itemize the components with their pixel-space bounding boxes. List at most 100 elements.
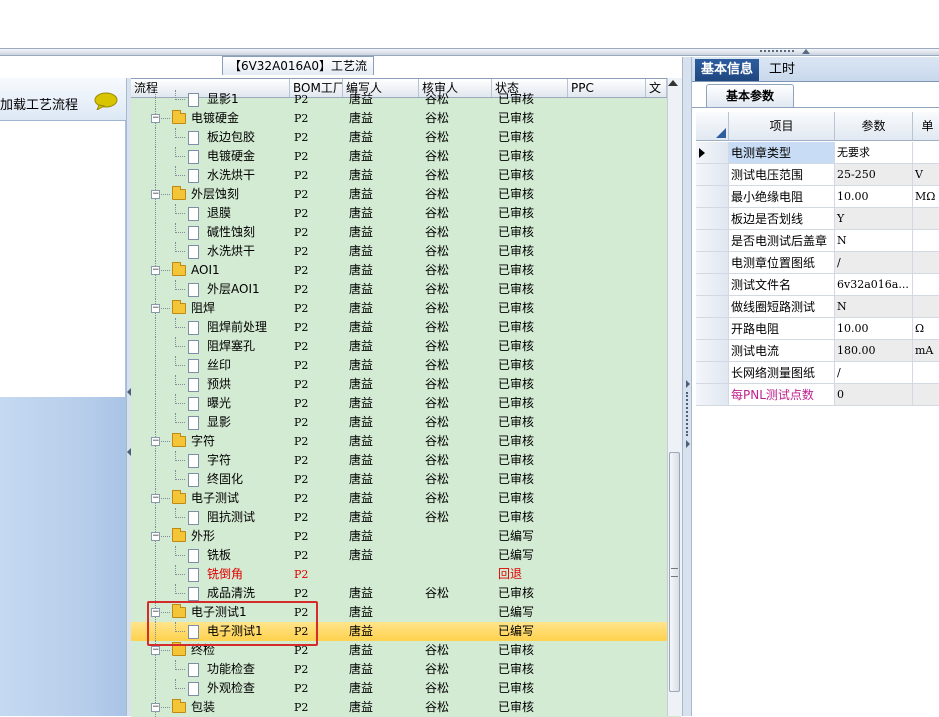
row-header[interactable]	[696, 274, 729, 296]
param-value[interactable]: 25-250	[835, 164, 913, 186]
param-row[interactable]: 电测章位置图纸 /	[696, 252, 939, 274]
tree-folder-row[interactable]: − 阻焊 P2 唐益 谷松 已审核	[131, 299, 667, 318]
reviewer-cell: 谷松	[425, 187, 450, 201]
param-value[interactable]: N	[835, 230, 913, 252]
tree-item-row[interactable]: 电镀硬金 P2 唐益 谷松 已审核	[131, 147, 667, 166]
collapse-toggle-icon[interactable]: −	[151, 304, 160, 313]
param-row[interactable]: 最小绝缘电阻 10.00 MΩ	[696, 186, 939, 208]
param-value[interactable]: 0	[835, 384, 913, 406]
collapse-up-icon[interactable]	[802, 49, 810, 54]
row-indicator-icon[interactable]	[696, 142, 729, 164]
param-row[interactable]: 是否电测试后盖章 N	[696, 230, 939, 252]
row-header[interactable]	[696, 186, 729, 208]
col-header-item[interactable]: 项目	[729, 112, 835, 141]
tab-basic-info[interactable]: 基本信息	[695, 59, 759, 81]
tree-item-row[interactable]: 曝光 P2 唐益 谷松 已审核	[131, 394, 667, 413]
row-header[interactable]	[696, 384, 729, 406]
collapse-toggle-icon[interactable]: −	[151, 646, 160, 655]
collapse-right-icon[interactable]	[686, 440, 690, 448]
tree-item-row[interactable]: 阻焊塞孔 P2 唐益 谷松 已审核	[131, 337, 667, 356]
tree-item-row[interactable]: 字符 P2 唐益 谷松 已审核	[131, 451, 667, 470]
tree-item-row[interactable]: 阻抗测试 P2 唐益 谷松 已审核	[131, 508, 667, 527]
param-row[interactable]: 开路电阻 10.00 Ω	[696, 318, 939, 340]
tree-folder-row[interactable]: − 字符 P2 唐益 谷松 已审核	[131, 432, 667, 451]
row-header[interactable]	[696, 362, 729, 384]
tree-item-row[interactable]: 铣倒角 P2 回退	[131, 565, 667, 584]
reviewer-cell: 谷松	[425, 434, 450, 448]
tree-folder-row[interactable]: − 外形 P2 唐益 已编写	[131, 527, 667, 546]
splitter-grip[interactable]	[686, 392, 690, 436]
param-value[interactable]: /	[835, 362, 913, 384]
tree-item-row[interactable]: 铣板 P2 唐益 已编写	[131, 546, 667, 565]
tree-folder-row[interactable]: − AOI1 P2 唐益 谷松 已审核	[131, 261, 667, 280]
param-value[interactable]: 10.00	[835, 318, 913, 340]
collapse-toggle-icon[interactable]: −	[151, 532, 160, 541]
param-row[interactable]: 测试电压范围 25-250 V	[696, 164, 939, 186]
collapse-toggle-icon[interactable]: −	[151, 266, 160, 275]
collapse-toggle-icon[interactable]: −	[151, 494, 160, 503]
collapse-toggle-icon[interactable]: −	[151, 703, 160, 712]
param-row[interactable]: 长网络测量图纸 /	[696, 362, 939, 384]
tree-line	[161, 308, 170, 309]
param-name: 做线圈短路测试	[729, 296, 835, 318]
tree-item-row[interactable]: 碱性蚀刻 P2 唐益 谷松 已审核	[131, 223, 667, 242]
param-value[interactable]: 180.00	[835, 340, 913, 362]
tree-item-row[interactable]: 板边包胶 P2 唐益 谷松 已审核	[131, 128, 667, 147]
collapse-toggle-icon[interactable]: −	[151, 190, 160, 199]
tree-item-row[interactable]: 显影1 P2 唐益 谷松 已审核	[131, 90, 667, 109]
tree-item-row[interactable]: 丝印 P2 唐益 谷松 已审核	[131, 356, 667, 375]
param-value[interactable]: N	[835, 296, 913, 318]
param-unit	[913, 384, 939, 406]
param-value[interactable]: 无要求	[835, 142, 913, 164]
param-value[interactable]: Y	[835, 208, 913, 230]
tree-item-row[interactable]: 外观检查 P2 唐益 谷松 已审核	[131, 679, 667, 698]
tree-line	[155, 318, 156, 337]
tree-item-row[interactable]: 功能检查 P2 唐益 谷松 已审核	[131, 660, 667, 679]
splitter-grip[interactable]	[760, 50, 794, 55]
row-header[interactable]	[696, 164, 729, 186]
tree-item-row[interactable]: 退膜 P2 唐益 谷松 已审核	[131, 204, 667, 223]
tree-item-row[interactable]: 显影 P2 唐益 谷松 已审核	[131, 413, 667, 432]
collapse-right-icon[interactable]	[686, 380, 690, 388]
param-row[interactable]: 板边是否划线 Y	[696, 208, 939, 230]
param-value[interactable]: 6v32a016a...	[835, 274, 913, 296]
param-value[interactable]: 10.00	[835, 186, 913, 208]
tree-folder-row[interactable]: − 外层蚀刻 P2 唐益 谷松 已审核	[131, 185, 667, 204]
row-header[interactable]	[696, 318, 729, 340]
collapse-toggle-icon[interactable]: −	[151, 114, 160, 123]
col-header-unit[interactable]: 单	[913, 112, 939, 141]
tab-work-hours[interactable]: 工时	[764, 59, 800, 81]
row-header[interactable]	[696, 296, 729, 318]
tab-basic-params[interactable]: 基本参数	[706, 84, 794, 108]
tree-item-row[interactable]: 阻焊前处理 P2 唐益 谷松 已审核	[131, 318, 667, 337]
col-header-param[interactable]: 参数	[835, 112, 913, 141]
param-row[interactable]: 电测章类型 无要求	[696, 142, 939, 164]
param-row[interactable]: 每PNL测试点数 0	[696, 384, 939, 406]
process-flow-tab[interactable]: 【6V32A016A0】工艺流程	[222, 56, 374, 91]
scroll-up-icon[interactable]	[668, 80, 678, 86]
tree-folder-row[interactable]: − 电子测试 P2 唐益 谷松 已审核	[131, 489, 667, 508]
row-header[interactable]	[696, 208, 729, 230]
row-header[interactable]	[696, 230, 729, 252]
tree-item-row[interactable]: 外层AOI1 P2 唐益 谷松 已审核	[131, 280, 667, 299]
tree-item-row[interactable]: 水洗烘干 P2 唐益 谷松 已审核	[131, 166, 667, 185]
speech-bubble-icon[interactable]	[94, 92, 118, 110]
top-splitter[interactable]	[0, 48, 939, 56]
param-row[interactable]: 测试电流 180.00 mA	[696, 340, 939, 362]
status-cell: 已编写	[498, 624, 535, 638]
param-value[interactable]: /	[835, 252, 913, 274]
tree-item-row[interactable]: 终固化 P2 唐益 谷松 已审核	[131, 470, 667, 489]
collapse-toggle-icon[interactable]: −	[151, 437, 160, 446]
param-row[interactable]: 做线圈短路测试 N	[696, 296, 939, 318]
tree-item-row[interactable]: 预烘 P2 唐益 谷松 已审核	[131, 375, 667, 394]
step-label: 显影1	[207, 92, 239, 106]
row-header[interactable]	[696, 340, 729, 362]
tree-folder-row[interactable]: − 包装 P2 唐益 谷松 已审核	[131, 698, 667, 717]
row-header[interactable]	[696, 252, 729, 274]
load-process-title[interactable]: 加载工艺流程	[0, 94, 78, 113]
tree-folder-row[interactable]: − 电镀硬金 P2 唐益 谷松 已审核	[131, 109, 667, 128]
status-cell: 已审核	[498, 111, 535, 125]
param-row[interactable]: 测试文件名 6v32a016a...	[696, 274, 939, 296]
tree-item-row[interactable]: 水洗烘干 P2 唐益 谷松 已审核	[131, 242, 667, 261]
step-group-label: 字符	[191, 434, 216, 448]
